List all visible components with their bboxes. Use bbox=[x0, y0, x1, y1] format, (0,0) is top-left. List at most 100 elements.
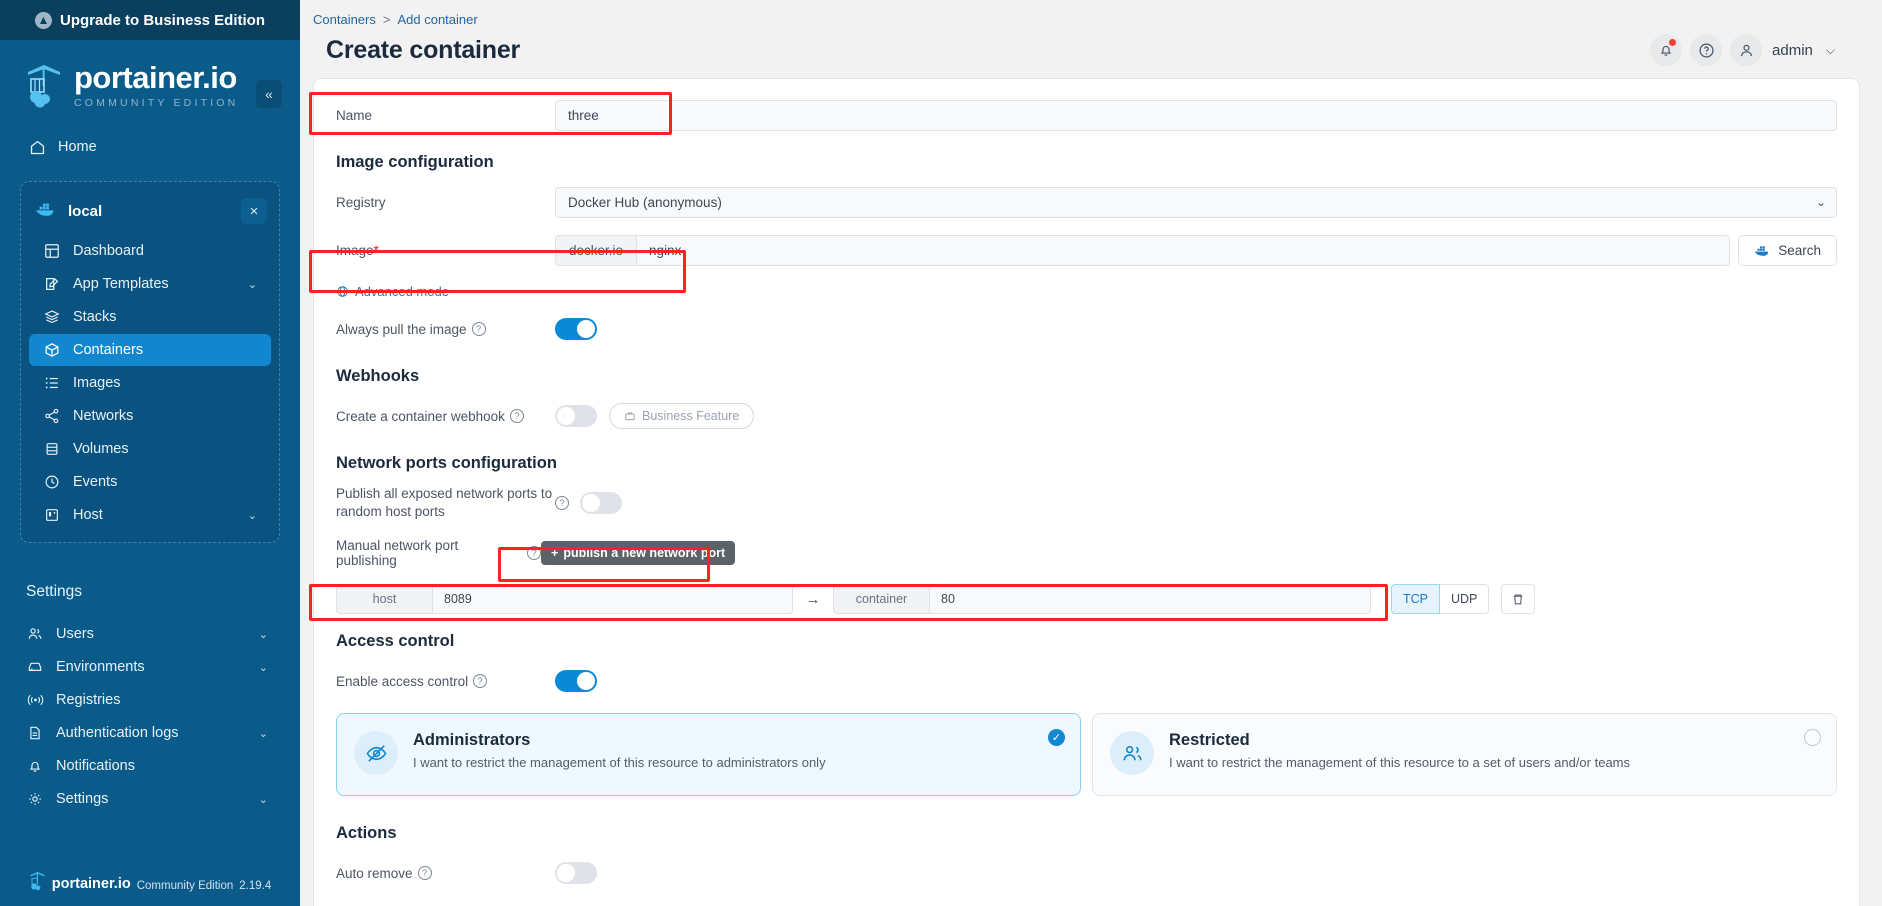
chevron-left-double-icon: « bbox=[265, 86, 273, 102]
protocol-udp-button[interactable]: UDP bbox=[1440, 584, 1490, 614]
webhooks-title: Webhooks bbox=[336, 367, 420, 385]
plus-icon: + bbox=[551, 546, 559, 560]
sidebar-item-environments[interactable]: Environments ⌄ bbox=[18, 651, 282, 683]
chevron-down-icon[interactable]: ⌄ bbox=[259, 727, 268, 740]
name-input[interactable] bbox=[555, 99, 1837, 131]
environment-name: local bbox=[68, 202, 103, 220]
chevron-down-icon[interactable]: ⌄ bbox=[259, 793, 268, 806]
top-actions: admin ⌵ bbox=[1650, 34, 1835, 66]
sidebar-collapse-button[interactable]: « bbox=[256, 80, 282, 108]
image-input[interactable] bbox=[636, 234, 1731, 266]
name-row: Name bbox=[336, 95, 1837, 135]
briefcase-icon bbox=[625, 412, 635, 421]
host-label: host bbox=[336, 584, 432, 614]
access-card-administrators[interactable]: Administrators I want to restrict the ma… bbox=[336, 713, 1081, 796]
avatar[interactable] bbox=[1730, 34, 1763, 66]
always-pull-toggle[interactable] bbox=[555, 318, 597, 340]
delete-port-mapping-button[interactable] bbox=[1501, 584, 1536, 614]
sidebar-settings-list: Users ⌄ Environments ⌄ Registries Authen… bbox=[0, 617, 300, 816]
environment-header[interactable]: local × bbox=[21, 188, 279, 234]
sidebar-item-networks[interactable]: Networks bbox=[29, 400, 271, 432]
sidebar-item-dashboard[interactable]: Dashboard bbox=[29, 235, 271, 267]
search-image-button[interactable]: Search bbox=[1738, 234, 1837, 266]
publish-button-label: publish a new network port bbox=[563, 546, 726, 560]
upgrade-to-business-banner[interactable]: ▲ Upgrade to Business Edition bbox=[0, 0, 300, 40]
always-pull-label-wrap: Always pull the image ? bbox=[336, 322, 555, 337]
publish-all-label: Publish all exposed network ports to ran… bbox=[336, 485, 553, 519]
help-icon[interactable]: ? bbox=[471, 322, 486, 336]
sidebar-item-volumes[interactable]: Volumes bbox=[29, 433, 271, 465]
always-pull-label: Always pull the image bbox=[336, 321, 467, 337]
sidebar-item-events[interactable]: Events bbox=[29, 466, 271, 498]
enable-access-control-row: Enable access control ? bbox=[336, 661, 1837, 701]
access-card-description: I want to restrict the management of thi… bbox=[1169, 755, 1630, 770]
sidebar-item-images[interactable]: Images bbox=[29, 367, 271, 399]
sidebar-item-app-templates[interactable]: App Templates ⌄ bbox=[29, 268, 271, 300]
access-card-restricted[interactable]: Restricted I want to restrict the manage… bbox=[1092, 713, 1837, 796]
auto-remove-row: Auto remove ? bbox=[336, 853, 1837, 893]
registry-select[interactable]: Docker Hub (anonymous) bbox=[555, 186, 1837, 218]
help-icon[interactable]: ? bbox=[555, 496, 569, 510]
sidebar-item-users[interactable]: Users ⌄ bbox=[18, 618, 282, 650]
sidebar-item-label-events: Events bbox=[73, 474, 118, 490]
sidebar-item-settings[interactable]: Settings ⌄ bbox=[18, 783, 282, 815]
form-scroll-area: Name Image configuration Registry Docker… bbox=[300, 78, 1882, 906]
advanced-mode-link[interactable]: Advanced mode bbox=[336, 284, 1837, 299]
upgrade-banner-label: Upgrade to Business Edition bbox=[59, 11, 266, 29]
chevron-down-icon[interactable]: ⌄ bbox=[248, 278, 257, 291]
question-mark-icon bbox=[1698, 42, 1714, 58]
sidebar-item-authentication-logs[interactable]: Authentication logs ⌄ bbox=[18, 717, 282, 749]
sidebar-item-home[interactable]: Home bbox=[20, 131, 280, 163]
help-icon[interactable]: ? bbox=[473, 674, 488, 688]
chevron-down-icon[interactable]: ⌄ bbox=[259, 661, 268, 674]
toggle-knob bbox=[577, 320, 595, 338]
container-webhook-toggle[interactable] bbox=[555, 405, 597, 427]
actions-title: Actions bbox=[336, 824, 397, 842]
footer-version: 2.19.4 bbox=[239, 880, 272, 892]
container-webhook-label-wrap: Create a container webhook ? bbox=[336, 409, 555, 424]
chevron-down-icon[interactable]: ⌄ bbox=[259, 628, 268, 641]
chevron-down-icon[interactable]: ⌵ bbox=[1826, 43, 1835, 58]
search-button-label: Search bbox=[1778, 242, 1821, 258]
manual-publishing-row: Manual network port publishing ? + publi… bbox=[336, 533, 1837, 573]
required-marker: * bbox=[373, 242, 379, 258]
sidebar-item-registries[interactable]: Registries bbox=[18, 684, 282, 716]
publish-new-network-port-button[interactable]: + publish a new network port bbox=[541, 541, 736, 565]
business-feature-pill[interactable]: Business Feature bbox=[609, 403, 755, 429]
help-icon[interactable]: ? bbox=[509, 409, 524, 423]
protocol-group: TCP UDP bbox=[1391, 584, 1490, 614]
sidebar-item-containers[interactable]: Containers bbox=[29, 334, 271, 366]
sidebar-item-stacks[interactable]: Stacks bbox=[29, 301, 271, 333]
name-label: Name bbox=[336, 107, 373, 123]
trash-icon bbox=[1514, 594, 1523, 604]
help-button[interactable] bbox=[1690, 34, 1723, 66]
toggle-knob bbox=[557, 407, 575, 425]
chevron-down-icon: ⌄ bbox=[1815, 194, 1826, 209]
help-icon[interactable]: ? bbox=[527, 546, 541, 560]
breadcrumb-containers[interactable]: Containers bbox=[313, 12, 376, 27]
environments-icon bbox=[26, 658, 44, 676]
container-port-input[interactable] bbox=[929, 584, 1371, 614]
sidebar-item-label-users: Users bbox=[56, 626, 94, 642]
logo-title: portainer.io bbox=[74, 60, 237, 95]
host-port-input[interactable] bbox=[432, 584, 793, 614]
close-icon[interactable]: × bbox=[241, 198, 267, 224]
image-label-text: Image bbox=[336, 242, 374, 258]
chevron-down-icon[interactable]: ⌄ bbox=[248, 509, 257, 522]
access-control-title: Access control bbox=[336, 632, 455, 650]
notifications-button[interactable] bbox=[1650, 34, 1683, 66]
publish-all-toggle[interactable] bbox=[580, 492, 622, 514]
sidebar-item-host[interactable]: Host ⌄ bbox=[29, 499, 271, 531]
upgrade-arrow-icon: ▲ bbox=[34, 11, 52, 29]
auto-remove-toggle[interactable] bbox=[555, 862, 597, 884]
help-icon[interactable]: ? bbox=[417, 866, 432, 880]
app-root: ▲ Upgrade to Business Edition portainer.… bbox=[0, 0, 1882, 906]
breadcrumb-separator: > bbox=[382, 12, 391, 27]
sidebar-item-notifications[interactable]: Notifications bbox=[18, 750, 282, 782]
protocol-tcp-button[interactable]: TCP bbox=[1391, 584, 1440, 614]
user-name: admin bbox=[1772, 41, 1813, 59]
sidebar-item-label-dashboard: Dashboard bbox=[73, 243, 144, 259]
enable-access-control-toggle[interactable] bbox=[555, 670, 597, 692]
container-label: container bbox=[833, 584, 929, 614]
page-header-row: Create container admin ⌵ bbox=[313, 27, 1852, 78]
